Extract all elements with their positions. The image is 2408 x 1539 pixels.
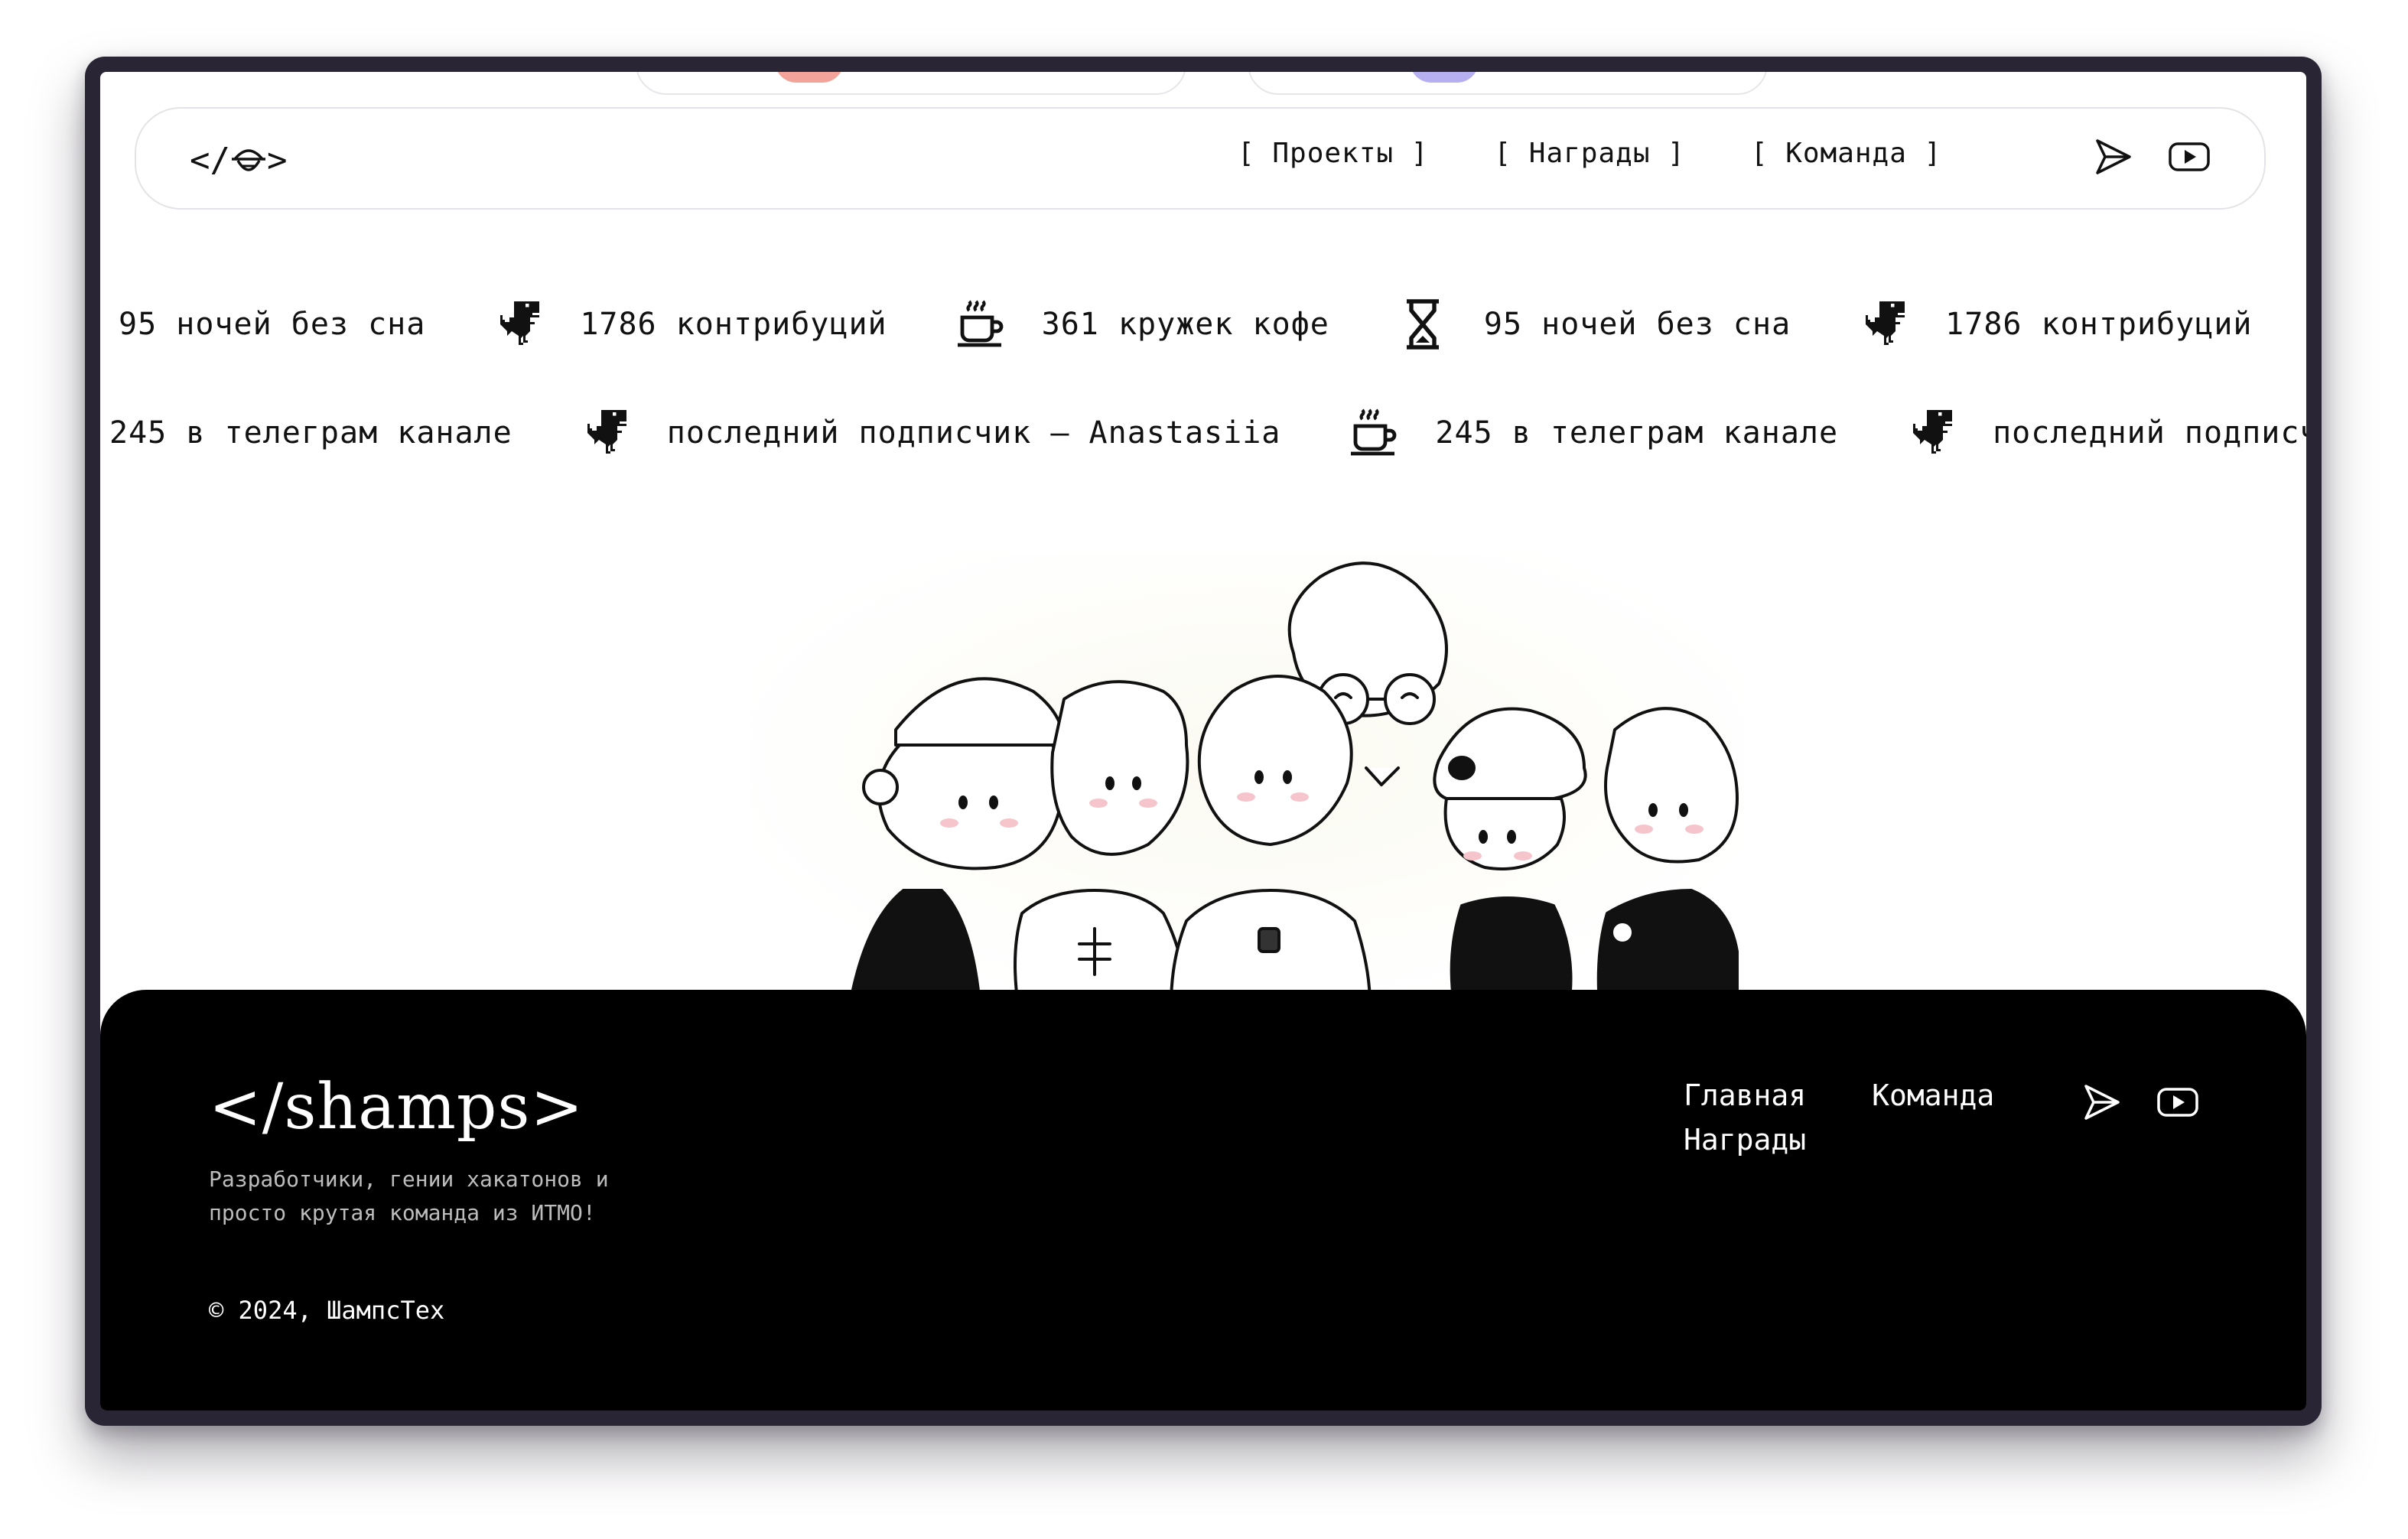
nav-logo[interactable]: </ > (190, 141, 287, 180)
send-icon[interactable] (2093, 136, 2134, 177)
project-card-peek (636, 72, 1186, 95)
ticker-item-text: 1786 контрибуций (580, 307, 887, 342)
footer-links: Главная Команда Награды (1684, 1079, 2066, 1157)
ticker-item-text: 1786 контрибуций (1945, 307, 2253, 342)
nav-link-projects[interactable]: [ Проекты ] (1238, 138, 1428, 169)
nav-link-awards[interactable]: [ Награды ] (1494, 138, 1684, 169)
stats-ticker-top: 95 ночей без сна 1786 контрибуций 361 круж… (100, 297, 2306, 352)
ticker-item: 1786 контрибуций (1856, 297, 2252, 352)
ticker-item: 245 в телеграм канале (100, 405, 513, 460)
ticker-item: 361 кружек кофе (953, 297, 1329, 352)
ticker-item-text: 95 ночей без сна (1483, 307, 1791, 342)
ticker-item: 245 в телеграм канале (1346, 405, 1838, 460)
send-icon[interactable] (2081, 1082, 2123, 1123)
ticker-item-text: 361 кружек кофе (1041, 307, 1329, 342)
card-dot (1410, 72, 1479, 83)
project-card-peek (1248, 72, 1768, 95)
nav-social-icons (2093, 136, 2211, 177)
dino-icon (1913, 410, 1953, 454)
stats-ticker-bottom: 245 в телеграм канале последний подписчик… (100, 405, 2306, 460)
dino-icon (1866, 301, 1905, 345)
footer-link-home[interactable]: Главная (1684, 1079, 1806, 1112)
face-logo-icon (231, 148, 265, 171)
ticker-item: 1786 контрибуций (491, 297, 887, 352)
ticker-item: 95 ночей без сна (1395, 297, 1791, 352)
footer-social-icons (2081, 1082, 2199, 1123)
coffee-icon (957, 300, 1003, 347)
card-dot (775, 72, 844, 83)
coffee-icon (1351, 408, 1397, 456)
ticker-item-text: 245 в телеграм канале (109, 415, 513, 451)
ticker-item: последний подписчик — Anastasiia (1904, 405, 2306, 460)
browser-viewport: </ > [ Проекты ] [ Награды ] [ Команда ] (100, 72, 2306, 1410)
youtube-icon[interactable] (2168, 140, 2211, 174)
ticker-item-text: 95 ночей без сна (119, 307, 426, 342)
ticker-item: 95 ночей без сна (100, 297, 425, 352)
footer-description: Разработчики, гении хакатонов и просто к… (209, 1166, 609, 1225)
ticker-item-text: последний подписчик — Anastasiia (666, 415, 1281, 451)
dino-icon (500, 301, 540, 345)
navbar: </ > [ Проекты ] [ Награды ] [ Команда ] (135, 107, 2266, 210)
footer-copyright: © 2024, ШампсТех (209, 1296, 445, 1325)
hourglass-icon (1406, 299, 1439, 350)
ticker-item-text: 245 в телеграм канале (1435, 415, 1839, 451)
ticker-item-text: последний подписчик — Anastasiia (1993, 415, 2306, 451)
nav-links: [ Проекты ] [ Награды ] [ Команда ] (1238, 138, 1941, 169)
footer: </shamps> Разработчики, гении хакатонов … (100, 990, 2306, 1410)
dino-icon (587, 410, 626, 454)
footer-logo[interactable]: </shamps> (209, 1071, 584, 1144)
ticker-item: последний подписчик — Anastasiia (578, 405, 1281, 460)
nav-link-team[interactable]: [ Команда ] (1751, 138, 1941, 169)
footer-link-team[interactable]: Команда (1872, 1079, 1994, 1112)
footer-link-awards[interactable]: Награды (1684, 1123, 1806, 1157)
youtube-icon[interactable] (2156, 1085, 2199, 1119)
